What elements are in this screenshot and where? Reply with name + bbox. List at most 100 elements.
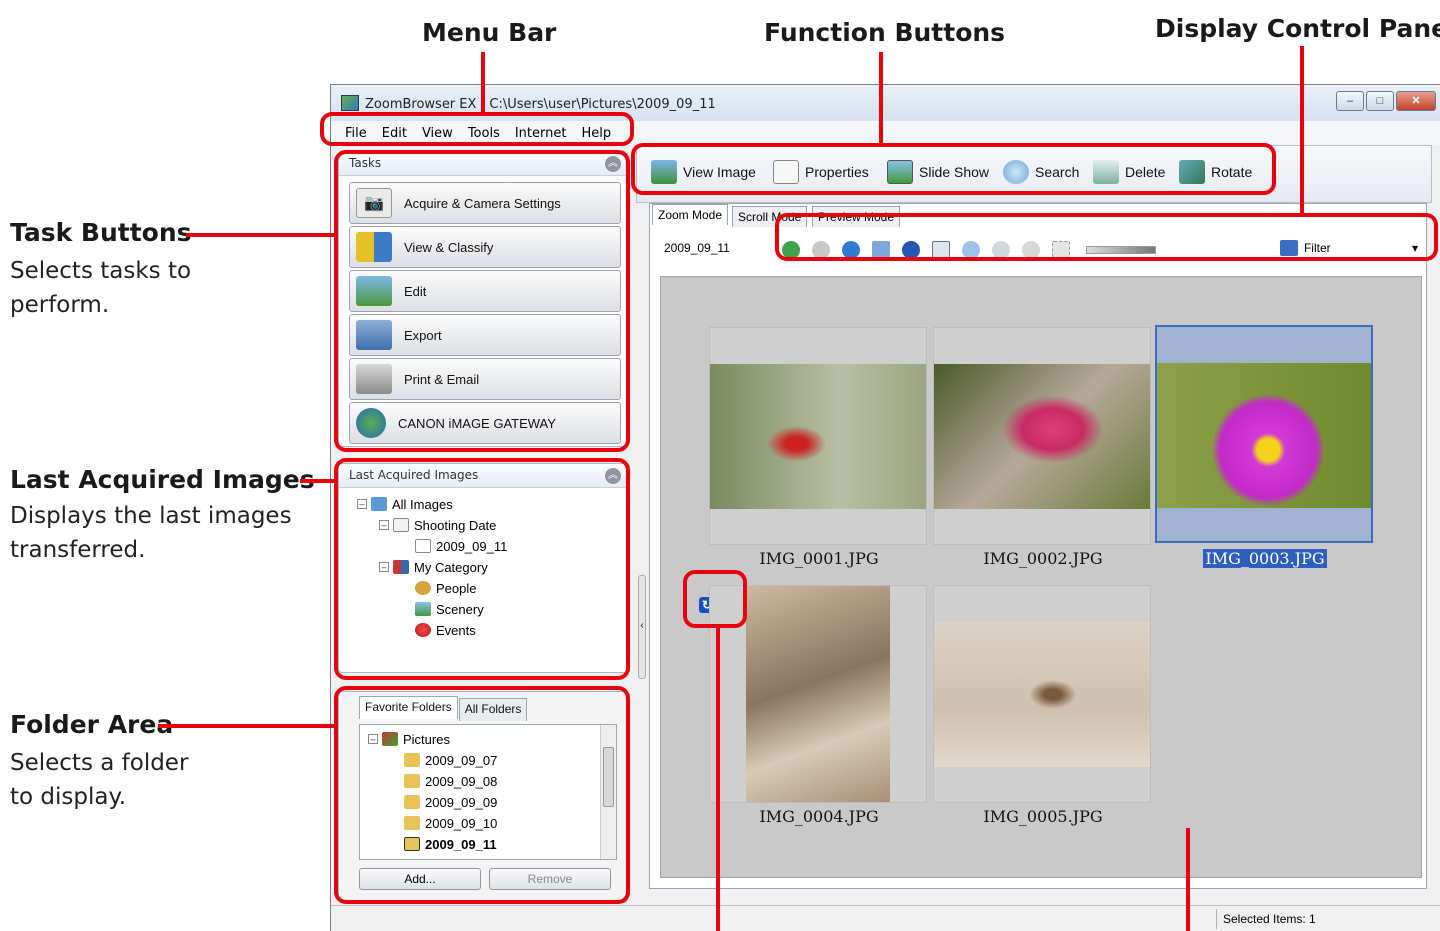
- folder-icon: [404, 795, 420, 809]
- info-icon[interactable]: [902, 241, 920, 259]
- tab-zoom-mode[interactable]: Zoom Mode: [652, 204, 729, 225]
- zoom-in-icon[interactable]: [962, 241, 980, 259]
- annotation-last-acquired-desc-1: Displays the last images: [10, 503, 292, 529]
- thumbnail-img-0005[interactable]: [933, 585, 1151, 803]
- tree-label: 2009_09_09: [425, 794, 498, 810]
- tab-scroll-mode[interactable]: Scroll Mode: [732, 206, 808, 227]
- search-icon: [1003, 160, 1029, 184]
- forward-icon[interactable]: [812, 241, 830, 259]
- folder-item[interactable]: 2009_09_10: [404, 813, 497, 833]
- tree-label: 2009_09_11: [436, 538, 508, 554]
- task-view-classify-button[interactable]: View & Classify: [349, 226, 621, 268]
- thumbnail-size-slider[interactable]: [1086, 246, 1156, 254]
- task-canon-gateway-button[interactable]: CANON iMAGE GATEWAY: [349, 402, 621, 444]
- tree-item-people[interactable]: People: [415, 578, 476, 598]
- panel-splitter[interactable]: ‹: [638, 575, 646, 679]
- task-label: Acquire & Camera Settings: [404, 195, 561, 211]
- folder-tree-box: – Pictures 2009_09_07 2009_09_08 2009_09…: [359, 724, 617, 860]
- menu-internet[interactable]: Internet: [515, 126, 567, 141]
- folder-item[interactable]: 2009_09_07: [404, 750, 497, 770]
- photo-pink-cosmos-flower: [1157, 363, 1371, 508]
- properties-button[interactable]: Properties: [773, 160, 869, 184]
- task-label: View & Classify: [404, 239, 494, 255]
- tree-label: 2009_09_07: [425, 752, 498, 768]
- task-edit-button[interactable]: Edit: [349, 270, 621, 312]
- tree-label: Shooting Date: [414, 517, 497, 533]
- selected-items-status: Selected Items: 1: [1216, 909, 1412, 929]
- close-button[interactable]: ✕: [1396, 91, 1436, 111]
- collapse-icon[interactable]: ︽: [605, 156, 621, 172]
- task-acquire-camera-button[interactable]: 📷 Acquire & Camera Settings: [349, 182, 621, 224]
- tab-preview-mode[interactable]: Preview Mode: [812, 206, 901, 227]
- collapse-toggle-icon[interactable]: –: [357, 499, 367, 509]
- tab-favorite-folders[interactable]: Favorite Folders: [359, 696, 458, 719]
- task-print-email-button[interactable]: Print & Email: [349, 358, 621, 400]
- search-button[interactable]: Search: [1003, 160, 1079, 184]
- edit-picture-icon: [356, 276, 392, 306]
- collapse-toggle-icon[interactable]: –: [379, 520, 389, 530]
- tree-item-shooting-date[interactable]: – Shooting Date: [379, 515, 496, 535]
- collapse-toggle-icon[interactable]: –: [379, 562, 389, 572]
- tree-item-all-images[interactable]: – All Images: [357, 494, 453, 514]
- thumbnail-img-0003-selected[interactable]: [1155, 325, 1373, 543]
- display-options-icon[interactable]: [872, 241, 890, 259]
- tree-item-scenery[interactable]: Scenery: [415, 599, 484, 619]
- rotate-button[interactable]: Rotate: [1179, 160, 1252, 184]
- annotation-folder-area-desc-1: Selects a folder: [10, 750, 189, 776]
- folder-scrollbar[interactable]: [600, 725, 616, 859]
- view-image-button[interactable]: View Image: [651, 160, 756, 184]
- task-label: CANON iMAGE GATEWAY: [398, 415, 556, 431]
- display-control-panel: Filter ▾: [776, 232, 1426, 268]
- function-label: Search: [1035, 164, 1080, 180]
- up-folder-icon[interactable]: [842, 241, 860, 259]
- slide-show-icon: [887, 160, 913, 184]
- maximize-button[interactable]: □: [1366, 91, 1394, 111]
- menu-file[interactable]: File: [345, 126, 367, 141]
- collapse-icon[interactable]: ︽: [605, 468, 621, 484]
- tree-item-pictures[interactable]: – Pictures: [368, 729, 450, 749]
- printer-icon: [356, 364, 392, 394]
- remove-folder-button[interactable]: Remove: [489, 868, 611, 890]
- fit-window-icon[interactable]: [1052, 241, 1070, 259]
- thumbnail-img-0004[interactable]: [709, 585, 927, 803]
- menu-help[interactable]: Help: [581, 126, 611, 141]
- tree-item-my-category[interactable]: – My Category: [379, 557, 488, 577]
- tab-all-folders[interactable]: All Folders: [458, 698, 528, 721]
- title-bar[interactable]: ZoomBrowser EX - C:\Users\user\Pictures\…: [331, 85, 1440, 121]
- filter-dropdown[interactable]: Filter ▾: [1279, 240, 1418, 256]
- scroll-thumb[interactable]: [603, 747, 614, 807]
- tree-item-date[interactable]: 2009_09_11: [415, 536, 507, 556]
- thumbnail-img-0002[interactable]: [933, 327, 1151, 545]
- menu-tools[interactable]: Tools: [468, 126, 500, 141]
- select-cursor-icon[interactable]: [932, 241, 950, 259]
- minimize-button[interactable]: –: [1336, 91, 1364, 111]
- folder-item[interactable]: 2009_09_08: [404, 771, 497, 791]
- add-folder-button[interactable]: Add...: [359, 868, 481, 890]
- collapse-toggle-icon[interactable]: –: [368, 734, 378, 744]
- function-toolbar: View Image Properties Slide Show Search …: [636, 145, 1432, 203]
- tree-label: All Images: [392, 496, 453, 512]
- annotation-task-buttons-desc-1: Selects tasks to: [10, 258, 192, 284]
- delete-button[interactable]: Delete: [1093, 160, 1165, 184]
- folder-area-panel: Favorite Folders All Folders – Pictures …: [338, 691, 628, 903]
- zoom-out-icon[interactable]: [992, 241, 1010, 259]
- thumbnail-img-0001[interactable]: [709, 327, 927, 545]
- menu-view[interactable]: View: [422, 126, 453, 141]
- task-export-button[interactable]: Export: [349, 314, 621, 356]
- pictures-folder-icon: [382, 732, 398, 746]
- category-icon: [393, 560, 409, 574]
- menu-edit[interactable]: Edit: [382, 126, 407, 141]
- thumbnail-area[interactable]: IMG_0001.JPG IMG_0002.JPG IMG_0003.JPG ↻…: [660, 276, 1422, 878]
- folder-item-selected[interactable]: 2009_09_11: [404, 834, 497, 854]
- annotation-folder-area-desc-2: to display.: [10, 784, 127, 810]
- back-icon[interactable]: [782, 241, 800, 259]
- hand-icon[interactable]: [1022, 241, 1040, 259]
- callout-function-buttons-line: [879, 52, 883, 143]
- slide-show-button[interactable]: Slide Show: [887, 160, 989, 184]
- tree-item-events[interactable]: Events: [415, 620, 476, 640]
- current-folder-label: 2009_09_11: [664, 241, 730, 255]
- callout-menu-bar-line: [481, 52, 485, 112]
- app-window: ZoomBrowser EX - C:\Users\user\Pictures\…: [330, 84, 1440, 931]
- callout-rotate-marker-line: [716, 628, 720, 931]
- folder-item[interactable]: 2009_09_09: [404, 792, 497, 812]
